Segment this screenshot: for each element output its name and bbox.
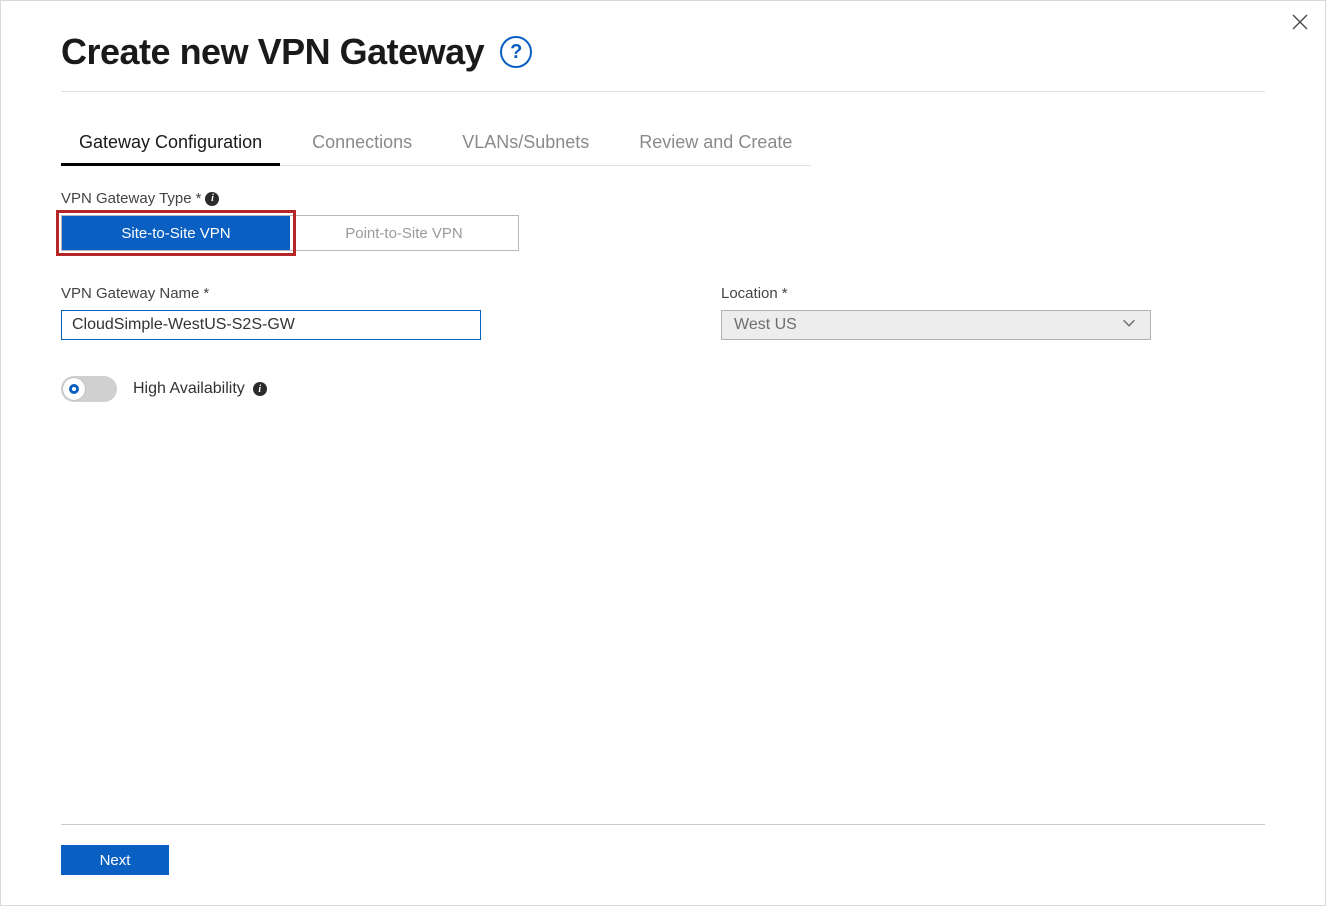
title-row: Create new VPN Gateway ? bbox=[61, 31, 1265, 92]
high-availability-label: High Availability i bbox=[133, 380, 267, 398]
option-site-to-site-vpn[interactable]: Site-to-Site VPN bbox=[62, 216, 290, 250]
gateway-name-label-text: VPN Gateway Name bbox=[61, 285, 199, 302]
gateway-type-label-text: VPN Gateway Type bbox=[61, 190, 192, 207]
high-availability-toggle[interactable] bbox=[61, 376, 117, 402]
tab-vlans-subnets[interactable]: VLANs/Subnets bbox=[462, 122, 589, 165]
next-button[interactable]: Next bbox=[61, 845, 169, 875]
required-marker: * bbox=[782, 285, 788, 302]
help-icon[interactable]: ? bbox=[500, 36, 532, 68]
close-icon[interactable] bbox=[1285, 7, 1315, 37]
high-availability-label-text: High Availability bbox=[133, 380, 245, 398]
info-icon[interactable]: i bbox=[253, 382, 267, 396]
toggle-knob-ring-icon bbox=[69, 384, 79, 394]
location-value: West US bbox=[734, 316, 797, 334]
gateway-type-segmented: Site-to-Site VPN Point-to-Site VPN bbox=[61, 215, 519, 251]
required-marker: * bbox=[196, 190, 202, 207]
tab-review-and-create[interactable]: Review and Create bbox=[639, 122, 792, 165]
toggle-knob bbox=[63, 378, 85, 400]
chevron-down-icon bbox=[1120, 314, 1138, 337]
info-icon[interactable]: i bbox=[205, 192, 219, 206]
gateway-type-highlight: Site-to-Site VPN Point-to-Site VPN bbox=[61, 215, 519, 251]
location-label-text: Location bbox=[721, 285, 778, 302]
wizard-tabs: Gateway Configuration Connections VLANs/… bbox=[61, 122, 811, 166]
tab-connections[interactable]: Connections bbox=[312, 122, 412, 165]
gateway-name-input[interactable] bbox=[61, 310, 481, 340]
gateway-type-label: VPN Gateway Type * i bbox=[61, 190, 1265, 207]
gateway-name-label: VPN Gateway Name * bbox=[61, 285, 481, 302]
page-title: Create new VPN Gateway bbox=[61, 31, 484, 73]
footer-divider bbox=[61, 824, 1265, 825]
location-select[interactable]: West US bbox=[721, 310, 1151, 340]
tab-gateway-configuration[interactable]: Gateway Configuration bbox=[79, 122, 262, 165]
dialog-panel: Create new VPN Gateway ? Gateway Configu… bbox=[0, 0, 1326, 906]
option-point-to-site-vpn[interactable]: Point-to-Site VPN bbox=[290, 216, 518, 250]
location-label: Location * bbox=[721, 285, 1141, 302]
footer: Next bbox=[61, 824, 1265, 875]
required-marker: * bbox=[203, 285, 209, 302]
